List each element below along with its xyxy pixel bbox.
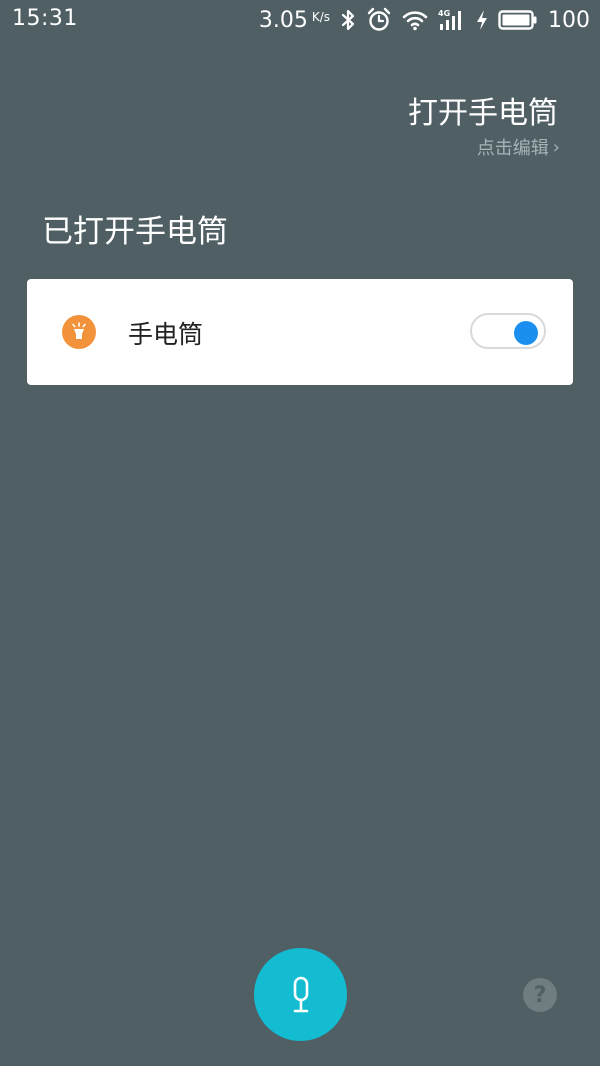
battery-icon <box>498 9 538 31</box>
status-bar: 15:31 3.05 K/s 4G 100 <box>0 0 600 40</box>
edit-query-label: 点击编辑 <box>476 138 549 159</box>
status-time: 15:31 <box>12 6 78 31</box>
flashlight-icon <box>62 315 96 349</box>
response-text: 已打开手电筒 <box>42 214 228 250</box>
voice-input-button[interactable] <box>254 948 347 1041</box>
network-speed: 3.05 K/s <box>259 8 330 33</box>
status-icons: 3.05 K/s 4G 100 <box>259 4 590 36</box>
network-type-label: 4G <box>438 9 450 18</box>
bluetooth-icon <box>340 8 356 32</box>
flashlight-label: 手电筒 <box>128 320 204 349</box>
alarm-icon <box>366 7 392 33</box>
charging-icon <box>476 9 488 31</box>
wifi-icon <box>402 9 428 31</box>
signal-icon: 4G <box>438 8 466 32</box>
microphone-icon <box>289 976 313 1014</box>
query-text: 打开手电筒 <box>408 96 558 131</box>
flashlight-card: 手电筒 <box>27 279 573 385</box>
flashlight-toggle[interactable] <box>470 313 546 349</box>
edit-query-link[interactable]: 点击编辑 › <box>477 134 560 160</box>
network-speed-unit: K/s <box>311 9 330 24</box>
battery-level: 100 <box>548 7 590 33</box>
chevron-right-icon: › <box>552 136 560 158</box>
help-icon: ? <box>533 982 547 1008</box>
network-speed-value: 3.05 <box>258 7 308 33</box>
help-button[interactable]: ? <box>523 978 557 1012</box>
toggle-knob <box>514 321 538 345</box>
